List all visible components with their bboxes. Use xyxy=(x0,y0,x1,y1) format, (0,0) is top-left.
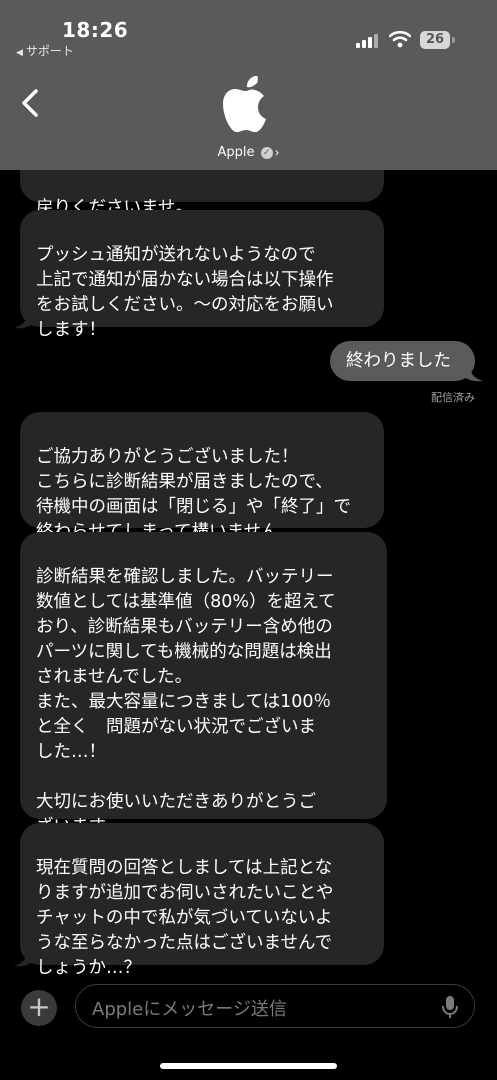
wifi-icon xyxy=(389,30,411,48)
back-triangle-icon: ◀ xyxy=(16,48,23,58)
microphone-icon[interactable] xyxy=(442,995,458,1019)
message-bubble-sent[interactable]: 終わりました xyxy=(330,341,475,381)
back-chevron-icon[interactable] xyxy=(20,88,40,118)
battery-indicator: 26 xyxy=(420,31,450,49)
message-bubble-received[interactable]: 現在質問の回答としましては上記とな りますが追加でお伺いされたいことや チャット… xyxy=(20,823,384,978)
message-text: プッシュ通知が送れないようなので 上記で通知が届かない場合は以下操作 をお試しく… xyxy=(36,245,334,340)
message-bubble-received[interactable]: 診断結果を確認しました。バッテリー 数値としては基準値（80%）を超えて おり、… xyxy=(20,532,387,837)
verified-badge-icon: ✓ xyxy=(260,146,273,159)
delivered-status: 配信済み xyxy=(431,391,475,404)
bubble-tail xyxy=(465,362,483,382)
bubble-tail xyxy=(14,947,32,967)
message-text: 現在質問の回答としましては上記とな りますが追加でお伺いされたいことや チャット… xyxy=(36,858,334,978)
chevron-right-icon: › xyxy=(274,145,280,160)
cellular-signal-icon xyxy=(356,34,380,48)
message-text: 診断結果を確認しました。バッテリー 数値としては基準値（80%）を超えて おり、… xyxy=(36,567,336,837)
composer-bar: + Appleにメッセージ送信 xyxy=(0,978,497,1038)
bubble-tail xyxy=(14,309,32,329)
message-text: ご協力ありがとうございました！ こちらに診断結果が届きましたので、 待機中の画面… xyxy=(36,447,351,542)
message-bubble-received[interactable]: プッシュ通知が送れないようなので 上記で通知が届かない場合は以下操作 をお試しく… xyxy=(20,210,384,340)
contact-name[interactable]: Apple ✓ › xyxy=(0,145,497,160)
message-input[interactable]: Appleにメッセージ送信 xyxy=(75,984,475,1028)
plus-button[interactable]: + xyxy=(21,990,57,1026)
message-bubble-received[interactable]: ご協力ありがとうございました！ こちらに診断結果が届きましたので、 待機中の画面… xyxy=(20,412,384,542)
home-indicator[interactable] xyxy=(160,1063,337,1069)
message-text: 終わりました xyxy=(346,351,451,371)
back-to-app[interactable]: ◀ サポート xyxy=(16,42,74,59)
back-app-label: サポート xyxy=(25,44,74,58)
contact-name-label: Apple xyxy=(217,145,255,160)
battery-tip xyxy=(452,37,455,43)
apple-logo-icon[interactable] xyxy=(221,76,271,134)
conversation-header: 18:26 ◀ サポート 26 Apple ✓ › xyxy=(0,0,497,170)
message-input-placeholder: Appleにメッセージ送信 xyxy=(92,999,287,1020)
status-time: 18:26 xyxy=(62,18,129,42)
